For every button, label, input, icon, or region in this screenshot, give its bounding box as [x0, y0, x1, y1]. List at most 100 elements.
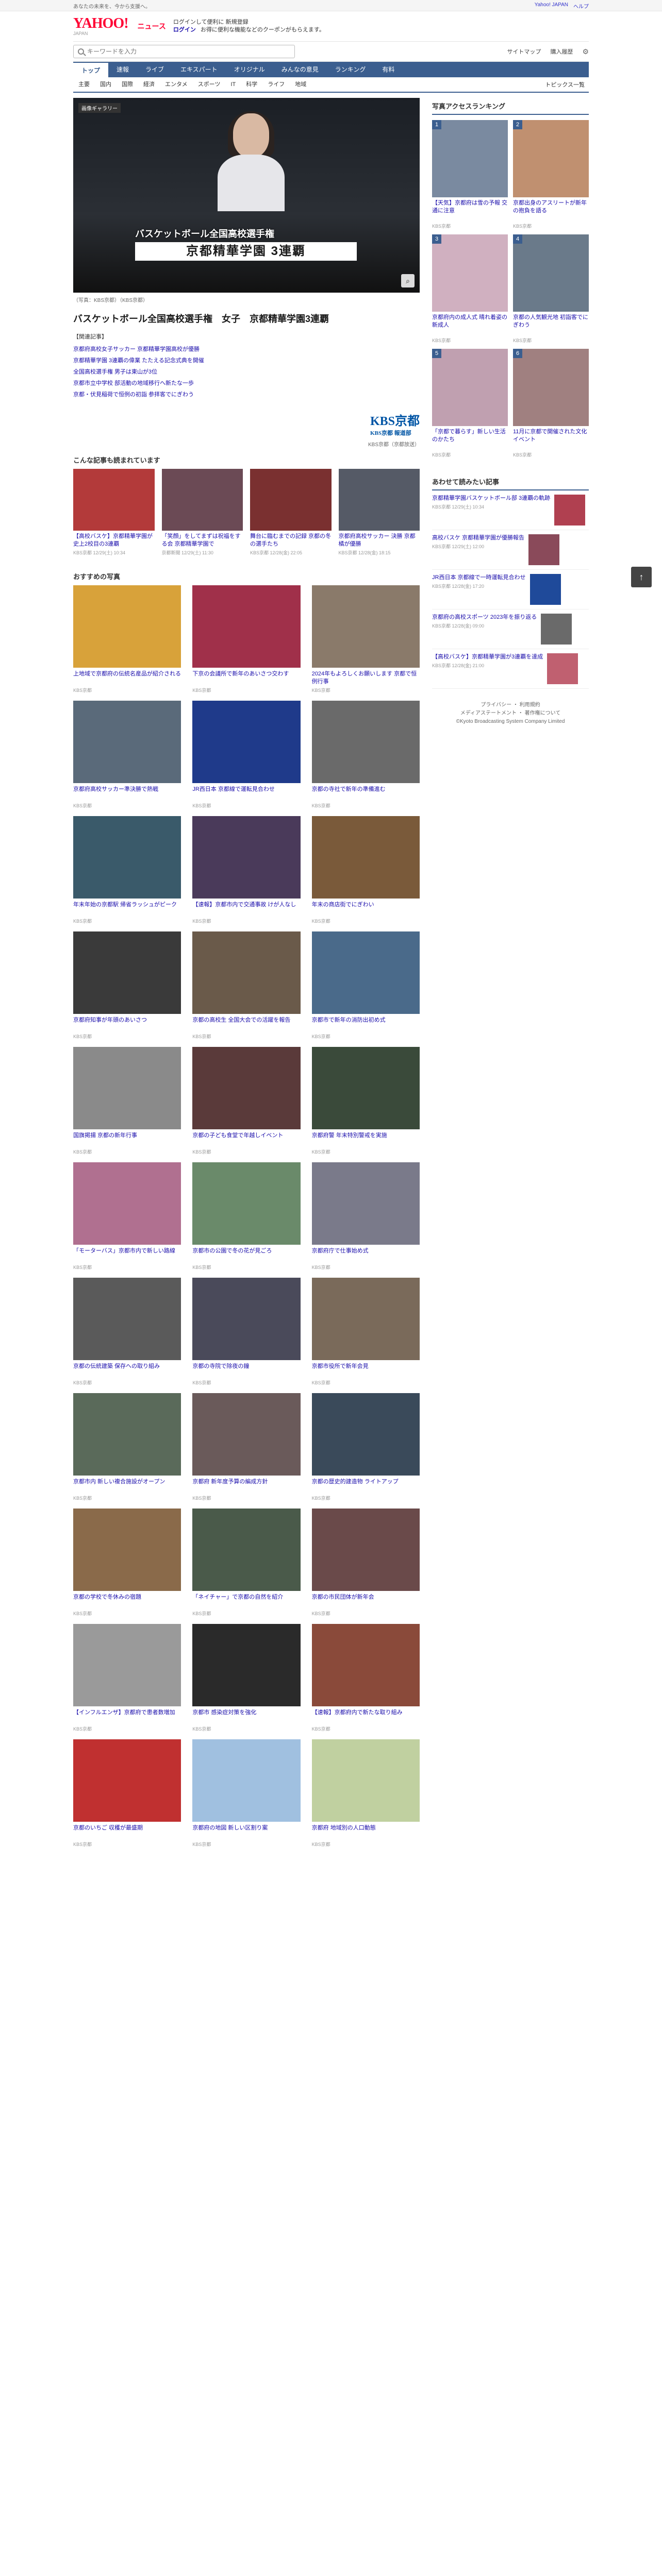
side-news-item[interactable]: 京都府の高校スポーツ 2023年を振り返る KBS京都 12/28(金) 09:0… — [432, 609, 589, 649]
ranking-meta: KBS京都 — [513, 224, 532, 229]
ranking-item[interactable]: 3 京都府内の成人式 晴れ着姿の新成人 KBS京都 — [432, 234, 508, 344]
photo-card[interactable]: 京都市役所で新年会見 KBS京都 — [311, 1278, 420, 1386]
photo-thumbnail — [311, 1624, 420, 1706]
related-link[interactable]: 京都精華学園 3連覇の偉業 たたえる記念式典を開催 — [73, 358, 204, 364]
sub-nav-life[interactable]: ライフ — [262, 77, 290, 92]
photo-title: 京都の子ども食堂で年越しイベント — [192, 1132, 284, 1139]
more-article-card[interactable]: 【高校バスケ】京都精華学園が史上2校目の3連覇 KBS京都 12/29(土) 1… — [73, 469, 155, 556]
footer-line[interactable]: プライバシー ・ 利用規約 — [432, 701, 589, 709]
side-news-meta: KBS京都 12/29(土) 10:34 — [432, 504, 485, 510]
article-headline: バスケットボール全国高校選手権 女子 京都精華学園3連覇 — [73, 314, 329, 324]
side-news-item[interactable]: JR西日本 京都線で一時運転見合わせ KBS京都 12/28(金) 17:20 — [432, 570, 589, 609]
photo-title: 国旗掲揚 京都の新年行事 — [73, 1132, 138, 1139]
kbs-logo[interactable]: KBS京都 KBS京都 報道部 — [370, 411, 420, 437]
sub-nav-domestic[interactable]: 国内 — [95, 77, 117, 92]
nav-tab-ranking[interactable]: ランキング — [327, 62, 374, 77]
zoom-icon[interactable]: ⌕ — [401, 274, 415, 287]
photo-title: 年末年始の京都駅 帰省ラッシュがピーク — [73, 902, 177, 908]
sub-nav-main[interactable]: 主要 — [73, 77, 95, 92]
nav-tab-top[interactable]: トップ — [73, 62, 109, 77]
service-name[interactable]: ニュース — [138, 21, 166, 31]
photo-card[interactable]: 京都の子ども食堂で年越しイベント KBS京都 — [192, 1047, 301, 1155]
sub-nav-science[interactable]: 科学 — [241, 77, 262, 92]
back-to-top-button[interactable]: ↑ — [631, 567, 652, 587]
side-news-meta: KBS京都 12/28(金) 21:00 — [432, 663, 485, 668]
photo-card[interactable]: 京都府の地図 新しい区割り案 KBS京都 — [192, 1739, 301, 1848]
more-article-card[interactable]: 「笑顔」をしてまずは祝福をする会 京都精華学園で 京都新聞 12/29(土) 1… — [161, 469, 243, 556]
photo-card[interactable]: 京都市内 新しい複合施設がオープン KBS京都 — [73, 1393, 181, 1501]
photo-meta: KBS京都 — [192, 1034, 211, 1039]
login-link[interactable]: ログイン — [173, 27, 196, 33]
photo-card[interactable]: 京都府庁で仕事始め式 KBS京都 — [311, 1162, 420, 1270]
related-link[interactable]: 京都・伏見稲荷で恒例の初詣 参拝客でにぎわう — [73, 392, 194, 398]
ranking-item[interactable]: 4 京都の人気観光地 初詣客でにぎわう KBS京都 — [513, 234, 589, 344]
nav-tab-paid[interactable]: 有料 — [374, 62, 403, 77]
yahoo-logo[interactable]: YAHOO! JAPAN — [73, 16, 129, 37]
sub-nav-entertainment[interactable]: エンタメ — [160, 77, 193, 92]
photo-card[interactable]: 2024年もよろしくお願いします 京都で恒例行事 KBS京都 — [311, 585, 420, 693]
ranking-item[interactable]: 2 京都出身のアスリートが新年の抱負を語る KBS京都 — [513, 120, 589, 229]
more-article-card[interactable]: 舞台に臨むまでの記録 京都の冬の選手たち KBS京都 12/28(金) 22:0… — [250, 469, 332, 556]
sub-nav-world[interactable]: 国際 — [117, 77, 138, 92]
photo-card[interactable]: 京都の寺社で新年の準備進む KBS京都 — [311, 701, 420, 809]
nav-tab-breaking[interactable]: 速報 — [108, 62, 137, 77]
photo-card[interactable]: 京都府警 年末特別警戒を実施 KBS京都 — [311, 1047, 420, 1155]
photo-card[interactable]: 年末年始の京都駅 帰省ラッシュがピーク KBS京都 — [73, 816, 181, 924]
sub-nav-it[interactable]: IT — [225, 77, 241, 92]
search-input[interactable] — [87, 48, 290, 55]
more-article-card[interactable]: 京都府高校サッカー 決勝 京都橘が優勝 KBS京都 12/28(金) 18:15 — [338, 469, 420, 556]
photo-card[interactable]: 京都の寺院で除夜の鐘 KBS京都 — [192, 1278, 301, 1386]
gear-icon[interactable]: ⚙ — [582, 47, 589, 56]
photo-thumbnail — [311, 816, 420, 899]
side-news-item[interactable]: 高校バスケ 京都精華学園が優勝報告 KBS京都 12/29(土) 12:00 — [432, 530, 589, 570]
ranking-item[interactable]: 5 「京都で暮らす」新しい生活のかたち KBS京都 — [432, 349, 508, 458]
photo-card[interactable]: 京都の高校生 全国大会での活躍を報告 KBS京都 — [192, 931, 301, 1040]
photo-card[interactable]: 年末の商店街でにぎわい KBS京都 — [311, 816, 420, 924]
nav-tab-opinions[interactable]: みんなの意見 — [273, 62, 327, 77]
photo-card[interactable]: 下京の会議所で新年のあいさつ交わす KBS京都 — [192, 585, 301, 693]
photo-card[interactable]: 上地域で京都府の伝統名産品が紹介される KBS京都 — [73, 585, 181, 693]
photo-card[interactable]: 京都府知事が年頭のあいさつ KBS京都 — [73, 931, 181, 1040]
nav-tab-live[interactable]: ライブ — [137, 62, 172, 77]
photo-card[interactable]: 京都府 新年度予算の編成方針 KBS京都 — [192, 1393, 301, 1501]
photo-card[interactable]: 京都市の公園で冬の花が見ごろ KBS京都 — [192, 1162, 301, 1270]
photo-card[interactable]: 【インフルエンザ】京都府で患者数増加 KBS京都 — [73, 1624, 181, 1732]
photo-card[interactable]: 「ネイチャー」で京都の自然を紹介 KBS京都 — [192, 1509, 301, 1617]
related-link[interactable]: 京都府高校女子サッカー 京都精華学園高校が優勝 — [73, 346, 200, 352]
photo-card[interactable]: 京都府高校サッカー準決勝で熱戦 KBS京都 — [73, 701, 181, 809]
photo-card[interactable]: 国旗掲揚 京都の新年行事 KBS京都 — [73, 1047, 181, 1155]
sub-nav-economy[interactable]: 経済 — [138, 77, 160, 92]
search-box[interactable] — [73, 45, 295, 58]
photo-card[interactable]: 京都の歴史的建造物 ライトアップ KBS京都 — [311, 1393, 420, 1501]
photo-card[interactable]: 京都市 感染症対策を強化 KBS京都 — [192, 1624, 301, 1732]
sub-nav-local[interactable]: 地域 — [290, 77, 311, 92]
photo-card[interactable]: 京都の伝統建築 保存への取り組み KBS京都 — [73, 1278, 181, 1386]
photo-card[interactable]: 京都府 地域別の人口動態 KBS京都 — [311, 1739, 420, 1848]
photo-card[interactable]: JR西日本 京都線で運転見合わせ KBS京都 — [192, 701, 301, 809]
site-header: YAHOO! JAPAN ニュース ログインして便利に 新規登録 ログイン お得… — [73, 11, 589, 41]
side-news-thumbnail — [541, 614, 572, 645]
topics-list-link[interactable]: トピックス一覧 — [545, 80, 589, 89]
ranking-item[interactable]: 6 11月に京都で開催された文化イベント KBS京都 — [513, 349, 589, 458]
sitemap-link[interactable]: サイトマップ — [507, 47, 541, 56]
photo-card[interactable]: 京都のいちご 収穫が最盛期 KBS京都 — [73, 1739, 181, 1848]
top-link-yahoo[interactable]: Yahoo! JAPAN — [535, 2, 568, 10]
ranking-item[interactable]: 1 【天気】京都府は雪の予報 交通に注意 KBS京都 — [432, 120, 508, 229]
photo-card[interactable]: 京都の市民団体が新年会 KBS京都 — [311, 1509, 420, 1617]
photo-card[interactable]: 【速報】京都府内で新たな取り組み KBS京都 — [311, 1624, 420, 1732]
footer-line[interactable]: メディアステートメント ・ 著作権について — [432, 709, 589, 718]
related-link[interactable]: 京都市立中学校 部活動の地域移行へ新たな一歩 — [73, 380, 194, 386]
sub-nav-sports[interactable]: スポーツ — [193, 77, 226, 92]
related-link[interactable]: 全国高校選手権 男子は東山が3位 — [73, 369, 157, 375]
photo-card[interactable]: 京都の学校で冬休みの宿題 KBS京都 — [73, 1509, 181, 1617]
nav-tab-expert[interactable]: エキスパート — [172, 62, 226, 77]
nav-tab-original[interactable]: オリジナル — [226, 62, 273, 77]
side-news-item[interactable]: 【高校バスケ】京都精華学園が3連覇を達成 KBS京都 12/28(金) 21:00 — [432, 649, 589, 689]
hero-image[interactable]: 画像ギャラリー バスケットボール全国高校選手権 京都精華学園 3連覇 ⌕ — [73, 98, 420, 293]
purchase-history-link[interactable]: 購入履歴 — [550, 47, 573, 56]
photo-card[interactable]: 【速報】京都市内で交通事故 けが人なし KBS京都 — [192, 816, 301, 924]
photo-card[interactable]: 「モーターバス」京都市内で新しい路線 KBS京都 — [73, 1162, 181, 1270]
photo-card[interactable]: 京都市で新年の消防出初め式 KBS京都 — [311, 931, 420, 1040]
side-news-item[interactable]: 京都精華学園バスケットボール部 3連覇の軌跡 KBS京都 12/29(土) 10:… — [432, 490, 589, 530]
top-link-help[interactable]: ヘルプ — [573, 2, 589, 10]
